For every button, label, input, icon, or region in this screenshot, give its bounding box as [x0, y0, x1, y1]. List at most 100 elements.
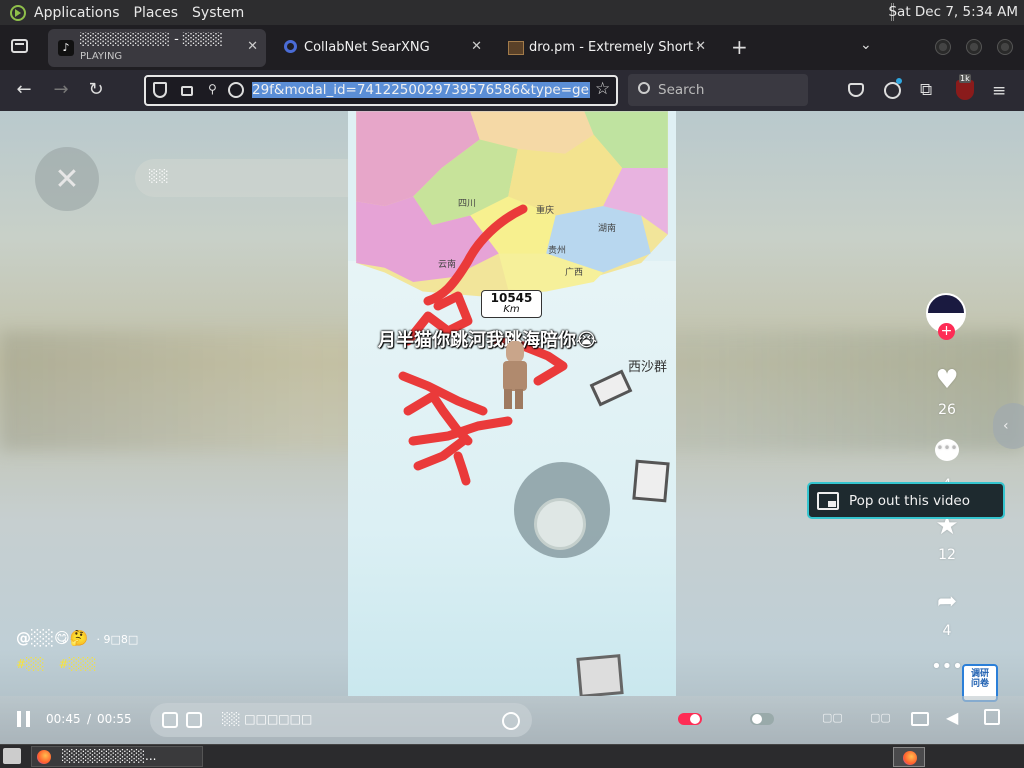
search-icon: [638, 82, 650, 94]
tab-title: ░░░░░░░░░ - ░░░░: [80, 32, 223, 47]
fullscreen-icon[interactable]: [984, 709, 1000, 725]
pocket-icon[interactable]: [848, 83, 864, 97]
next-video-button[interactable]: ‹: [993, 403, 1024, 449]
menu-applications[interactable]: Applications: [34, 5, 120, 21]
window-maximize-button[interactable]: [966, 39, 982, 55]
share-button[interactable]: ➦ 4: [922, 587, 972, 639]
smiley-icon[interactable]: [502, 712, 520, 730]
tracking-off-icon[interactable]: [228, 82, 244, 98]
lock-icon[interactable]: [181, 86, 193, 96]
volume-icon[interactable]: ◀: [946, 708, 958, 727]
system-top-bar: Applications Places System Sat Dec 7, 5:…: [0, 0, 1024, 25]
tab-title: dro.pm - Extremely Short Li: [529, 40, 699, 55]
navigation-bar: ← → ↻ ⚲ 29f&modal_id=7412250029739576586…: [0, 70, 1024, 111]
search-placeholder: Search: [658, 82, 705, 98]
menu-places[interactable]: Places: [134, 5, 179, 21]
speed-label[interactable]: ▢▢: [822, 711, 843, 724]
close-icon[interactable]: ✕: [695, 39, 706, 54]
tiktok-page: ✕ ░░ 四川 重庆 贵州 云南 广西 湖南 10545 Km 月半猫你跳河我跳…: [0, 111, 1024, 744]
pop-out-icon: [817, 491, 839, 510]
tab-searxng[interactable]: CollabNet SearXNG ✕: [276, 29, 490, 67]
caption-pill[interactable]: ░░ □□□□□□: [150, 703, 532, 737]
window-minimize-button[interactable]: [935, 39, 951, 55]
search-bar[interactable]: Search: [628, 74, 808, 106]
url-text[interactable]: 29f&modal_id=7412250029739576586&type=ge…: [252, 82, 590, 98]
autoplay-toggle[interactable]: [678, 713, 702, 725]
island-label: 西沙群: [628, 360, 668, 375]
close-icon[interactable]: ✕: [471, 39, 482, 54]
pop-out-label: Pop out this video: [849, 492, 970, 509]
menu-system[interactable]: System: [192, 5, 244, 21]
reload-icon[interactable]: ↻: [85, 79, 107, 101]
workspace-indicator[interactable]: [893, 747, 925, 767]
tiktok-search-placeholder: ░░: [149, 169, 170, 183]
video-info: @░░😋🤔 · 9□8□ #░░ #░░░: [16, 629, 316, 672]
floating-box-3: [576, 654, 624, 696]
tab-list-chevron-icon[interactable]: ⌄: [860, 37, 872, 53]
hashtag-link[interactable]: #░░░: [59, 657, 97, 671]
joystick-knob[interactable]: [534, 498, 586, 550]
url-bar[interactable]: ⚲ 29f&modal_id=7412250029739576586&type=…: [144, 75, 618, 106]
share-count: 4: [942, 623, 952, 639]
magnifier-icon: [284, 40, 297, 53]
quality-label[interactable]: ▢▢: [870, 711, 891, 724]
close-video-button[interactable]: ✕: [35, 147, 99, 211]
dropm-icon: [508, 41, 524, 55]
ublock-icon[interactable]: 1k: [956, 74, 974, 100]
window-close-button[interactable]: [997, 39, 1013, 55]
firefox-icon: [37, 750, 51, 764]
tab-title: CollabNet SearXNG: [304, 40, 430, 55]
pip-icon[interactable]: [911, 712, 929, 726]
pop-out-video-button[interactable]: Pop out this video: [807, 482, 1005, 519]
back-arrow-icon[interactable]: ←: [13, 79, 35, 101]
favorite-count: 12: [938, 547, 956, 563]
account-icon[interactable]: [884, 78, 902, 99]
floating-box-2: [632, 459, 670, 503]
author-handle[interactable]: @░░😋🤔: [16, 629, 88, 647]
video-controls: 00:45 / 00:55 ░░ □□□□□□ ▢▢ ▢▢ ◀: [0, 696, 1024, 744]
close-icon: ✕: [54, 161, 80, 197]
tab-playing-label: PLAYING: [80, 51, 123, 62]
share-arrow-icon[interactable]: ➦: [922, 587, 972, 615]
close-icon[interactable]: ✕: [247, 39, 258, 54]
hamburger-menu-icon[interactable]: ≡: [992, 81, 1006, 101]
clock[interactable]: Sat Dec 7, 5:34 AM: [888, 4, 1018, 20]
extensions-puzzle-icon[interactable]: ⧉: [920, 80, 932, 100]
new-tab-plus-icon[interactable]: +: [731, 35, 748, 59]
like-count: 26: [938, 402, 956, 418]
pause-icon[interactable]: [17, 711, 30, 727]
tab-bar: ♪ ░░░░░░░░░ - ░░░░ PLAYING ✕ CollabNet S…: [0, 25, 1024, 70]
game-character: [498, 341, 528, 411]
follow-plus-icon[interactable]: +: [938, 323, 955, 340]
clean-mode-toggle[interactable]: [750, 713, 774, 725]
distance-badge: 10545 Km: [481, 290, 542, 318]
distro-logo-icon[interactable]: [10, 4, 26, 21]
heart-icon[interactable]: ♥: [922, 366, 972, 394]
forward-arrow-icon[interactable]: →: [50, 79, 72, 101]
video-player[interactable]: 四川 重庆 贵州 云南 广西 湖南 10545 Km 月半猫你跳河我跳海陪你😭 …: [348, 111, 676, 696]
time-separator: /: [87, 712, 92, 726]
taskbar-window-title: ░░░░░░░░░...: [62, 749, 157, 763]
current-time: 00:45: [46, 712, 81, 726]
taskbar-window-button[interactable]: ░░░░░░░░░...: [31, 746, 203, 767]
like-button[interactable]: ♥ 26: [922, 366, 972, 418]
bookmark-star-icon[interactable]: ☆: [595, 79, 610, 99]
duration: 00:55: [97, 712, 132, 726]
hashtag-link[interactable]: #░░: [16, 657, 45, 671]
post-date: · 9□8□: [96, 633, 139, 646]
tab-tiktok[interactable]: ♪ ░░░░░░░░░ - ░░░░ PLAYING ✕: [48, 29, 266, 67]
translate-icon[interactable]: [186, 712, 202, 728]
tab-dropm[interactable]: dro.pm - Extremely Short Li ✕: [500, 29, 714, 67]
tiktok-icon: ♪: [58, 40, 74, 56]
show-desktop-icon[interactable]: [3, 748, 21, 764]
comment-bubble-icon[interactable]: •••: [935, 439, 959, 461]
ai-icon[interactable]: [162, 712, 178, 728]
survey-badge-text: 调研问卷: [970, 669, 989, 689]
permissions-icon[interactable]: ⚲: [208, 82, 217, 96]
shield-icon[interactable]: [153, 82, 167, 98]
joystick[interactable]: [514, 462, 610, 558]
firefox-icon: [903, 751, 917, 765]
distance-unit: Km: [503, 304, 520, 315]
tab-overview-icon[interactable]: [11, 39, 28, 53]
caption-text: ░░ □□□□□□: [222, 712, 313, 726]
